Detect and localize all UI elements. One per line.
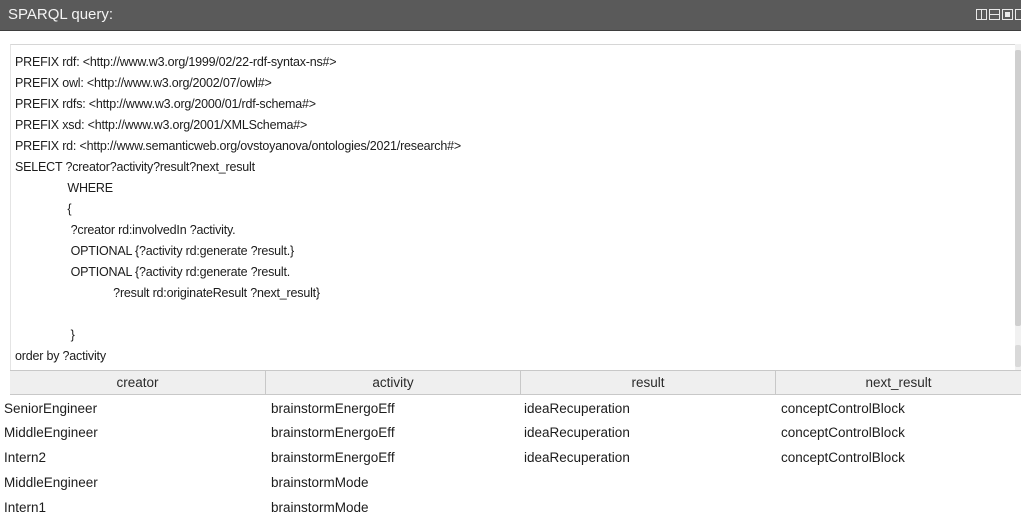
column-header-creator[interactable]: creator (10, 370, 266, 395)
table-cell: Intern2 (4, 450, 47, 465)
table-cell: Intern1 (4, 500, 47, 515)
query-line: ?result rd:originateResult ?next_result} (15, 286, 320, 300)
table-cell: brainstormEnergoEff (271, 401, 395, 416)
table-cell: MiddleEngineer (4, 475, 98, 490)
query-line: PREFIX rd: <http://www.semanticweb.org/o… (15, 139, 461, 153)
query-line: SELECT ?creator?activity?result?next_res… (15, 160, 255, 174)
query-line: } (15, 328, 75, 342)
vertical-split-icon[interactable] (976, 9, 987, 20)
pane-icon[interactable] (1015, 9, 1021, 20)
query-line: PREFIX owl: <http://www.w3.org/2002/07/o… (15, 76, 272, 90)
results-table: creator activity result next_result Seni… (4, 370, 1021, 518)
query-line: PREFIX xsd: <http://www.w3.org/2001/XMLS… (15, 118, 308, 132)
table-cell: ideaRecuperation (524, 450, 630, 465)
editor-scrollbar-thumb[interactable] (1015, 50, 1021, 326)
table-cell: brainstormMode (271, 500, 369, 515)
query-line: order by ?activity (15, 349, 106, 363)
query-line: ?creator rd:involvedIn ?activity. (15, 223, 236, 237)
panel-controls (976, 9, 1021, 20)
editor-scrollbar-thumb-lower[interactable] (1015, 345, 1021, 367)
table-cell: conceptControlBlock (781, 401, 905, 416)
query-line: WHERE (15, 181, 113, 195)
column-header-next-result[interactable]: next_result (776, 370, 1021, 395)
query-editor[interactable]: PREFIX rdf: <http://www.w3.org/1999/02/2… (10, 44, 1021, 370)
table-cell: brainstormEnergoEff (271, 450, 395, 465)
query-line: OPTIONAL {?activity rd:generate ?result.… (15, 244, 295, 258)
query-line: { (15, 202, 72, 216)
table-cell: conceptControlBlock (781, 450, 905, 465)
column-header-activity[interactable]: activity (266, 370, 521, 395)
panel-title: SPARQL query: (8, 6, 114, 23)
query-line: OPTIONAL {?activity rd:generate ?result. (15, 265, 291, 279)
horizontal-split-icon[interactable] (989, 9, 1000, 20)
table-cell: brainstormEnergoEff (271, 425, 395, 440)
table-cell: ideaRecuperation (524, 425, 630, 440)
single-pane-icon[interactable] (1002, 9, 1013, 20)
table-cell: SeniorEngineer (4, 401, 98, 416)
table-cell: MiddleEngineer (4, 425, 98, 440)
table-cell: ideaRecuperation (524, 401, 630, 416)
panel-header: SPARQL query: (0, 0, 1021, 31)
column-header-result[interactable]: result (521, 370, 776, 395)
table-cell: brainstormMode (271, 475, 369, 490)
query-line: PREFIX rdfs: <http://www.w3.org/2000/01/… (15, 97, 316, 111)
table-cell: conceptControlBlock (781, 425, 905, 440)
query-line: PREFIX rdf: <http://www.w3.org/1999/02/2… (15, 55, 337, 69)
